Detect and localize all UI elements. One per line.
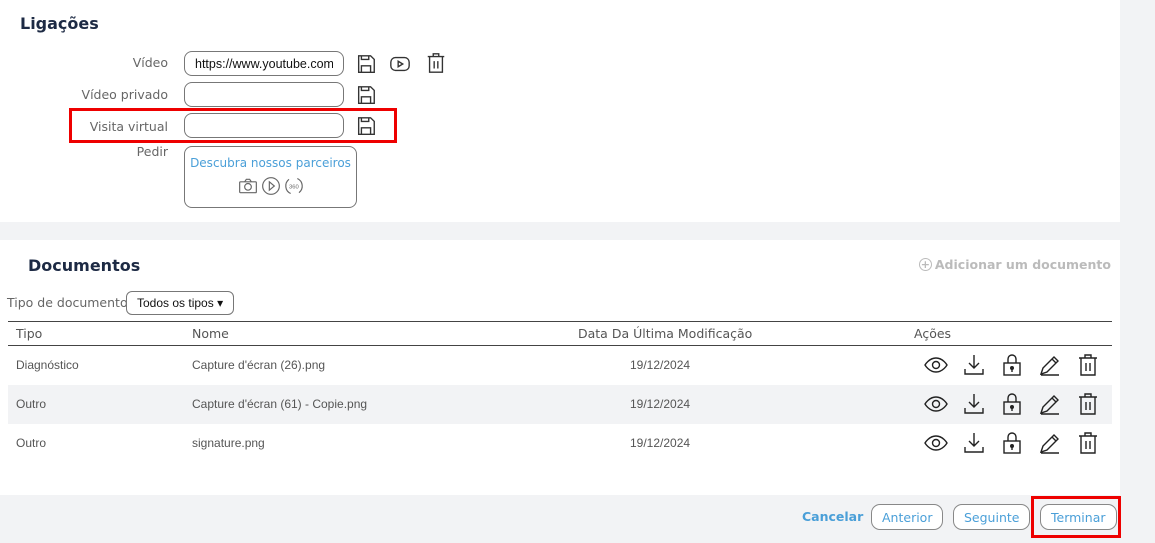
col-type: Tipo <box>8 322 192 346</box>
video-label: Vídeo <box>133 55 168 70</box>
links-panel: Ligações Vídeo Vídeo privado Visita virt… <box>0 0 1120 222</box>
next-button[interactable]: Seguinte <box>953 504 1030 530</box>
document-type-value: Todos os tipos <box>137 296 214 310</box>
add-document-label: Adicionar um documento <box>935 257 1111 272</box>
cell-type: Diagnóstico <box>8 346 192 385</box>
pencil-icon[interactable] <box>1038 392 1062 416</box>
pencil-icon[interactable] <box>1038 353 1062 377</box>
plus-circle-icon: + <box>919 258 932 271</box>
order-label: Pedir <box>137 144 168 159</box>
cell-type: Outro <box>8 385 192 424</box>
cell-name: Capture d'écran (26).png <box>192 346 564 385</box>
lock-icon[interactable] <box>1000 353 1024 377</box>
virtual-visit-label: Visita virtual <box>90 119 168 134</box>
private-video-input[interactable] <box>184 82 344 107</box>
previous-button[interactable]: Anterior <box>871 504 943 530</box>
documents-panel: Documentos + Adicionar um documento Tipo… <box>0 240 1120 495</box>
save-icon[interactable] <box>355 53 377 75</box>
trash-icon[interactable] <box>1076 392 1100 416</box>
download-icon[interactable] <box>962 392 986 416</box>
table-row: DiagnósticoCapture d'écran (26).png19/12… <box>8 346 1112 385</box>
play-icon[interactable] <box>389 53 411 75</box>
col-actions: Ações <box>906 322 1112 346</box>
eye-icon[interactable] <box>924 392 948 416</box>
table-row: Outrosignature.png19/12/2024 <box>8 424 1112 463</box>
cell-date: 19/12/2024 <box>564 346 906 385</box>
cell-name: signature.png <box>192 424 564 463</box>
cancel-button[interactable]: Cancelar <box>792 504 873 530</box>
partners-link[interactable]: Descubra nossos parceiros <box>185 156 356 170</box>
eye-icon[interactable] <box>924 431 948 455</box>
pencil-icon[interactable] <box>1038 431 1062 455</box>
add-document-button[interactable]: + Adicionar um documento <box>919 257 1111 272</box>
cell-name: Capture d'écran (61) - Copie.png <box>192 385 564 424</box>
trash-icon[interactable] <box>1076 431 1100 455</box>
virtual-visit-input[interactable] <box>184 113 344 138</box>
table-row: OutroCapture d'écran (61) - Copie.png19/… <box>8 385 1112 424</box>
private-video-label: Vídeo privado <box>82 87 168 102</box>
document-type-label: Tipo de documento <box>7 295 128 310</box>
lock-icon[interactable] <box>1000 431 1024 455</box>
cell-type: Outro <box>8 424 192 463</box>
lock-icon[interactable] <box>1000 392 1024 416</box>
partners-box: Descubra nossos parceiros 360 <box>184 146 357 208</box>
download-icon[interactable] <box>962 431 986 455</box>
camera-icon <box>238 176 258 196</box>
links-title: Ligações <box>20 14 99 33</box>
svg-text:360: 360 <box>289 185 299 191</box>
trash-icon[interactable] <box>1076 353 1100 377</box>
video-input[interactable] <box>184 51 344 76</box>
save-icon[interactable] <box>355 84 377 106</box>
cell-date: 19/12/2024 <box>564 424 906 463</box>
360-icon: 360 <box>284 176 304 196</box>
caret-down-icon: ▾ <box>217 296 223 310</box>
eye-icon[interactable] <box>924 353 948 377</box>
play-circle-icon <box>261 176 281 196</box>
download-icon[interactable] <box>962 353 986 377</box>
cell-date: 19/12/2024 <box>564 385 906 424</box>
trash-icon[interactable] <box>425 52 447 74</box>
col-date: Data Da Última Modificação <box>564 322 906 346</box>
documents-table: TipoNomeData Da Última ModificaçãoAções … <box>8 321 1112 463</box>
finish-button[interactable]: Terminar <box>1040 504 1117 530</box>
document-type-select[interactable]: Todos os tipos ▾ <box>126 291 234 315</box>
documents-title: Documentos <box>28 256 140 275</box>
col-name: Nome <box>192 322 564 346</box>
save-icon[interactable] <box>355 115 377 137</box>
